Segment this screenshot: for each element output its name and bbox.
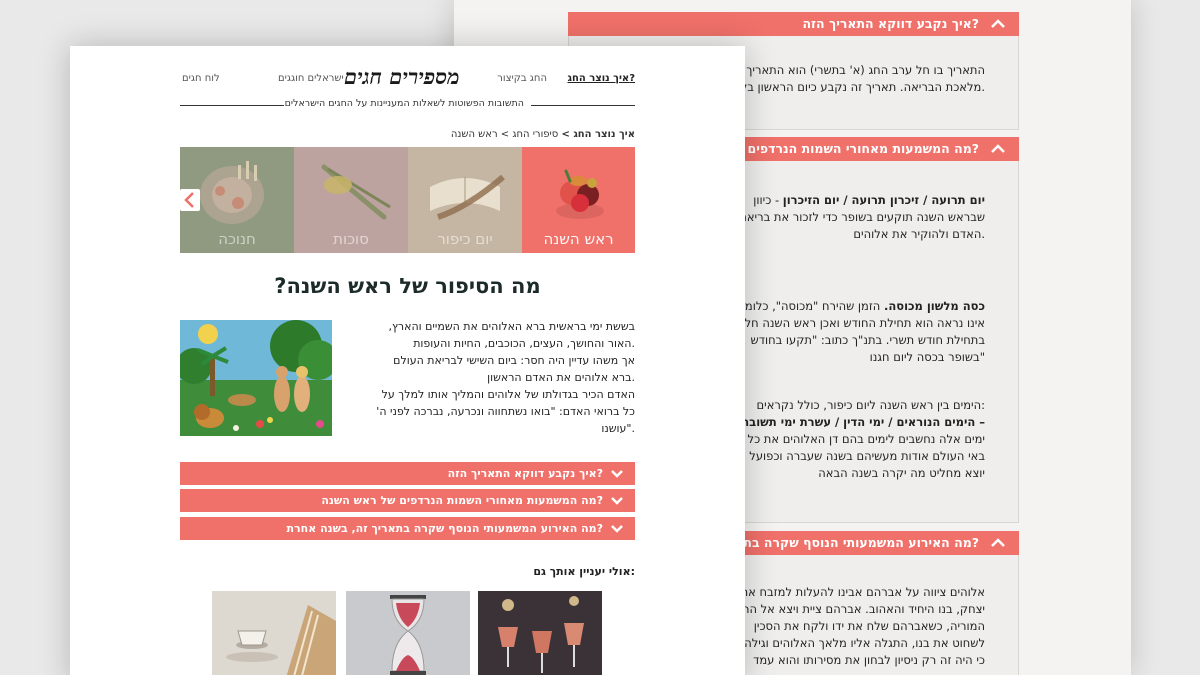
nav-item-how-created[interactable]: איך נוצר החג? [568, 73, 636, 84]
slide-caption: יום כיפור [437, 230, 493, 248]
accordion-item-names[interactable]: ?מה המשמעות מאחורי השמות הנרדפים של ראש … [180, 489, 635, 512]
tagline-bar: התשובות הפשוטות לשאלות המעניינות על החגי… [180, 98, 635, 112]
site-tagline: התשובות הפשוטות לשאלות המעניינות על החגי… [284, 98, 524, 109]
site-logo[interactable]: מספירים חגים [344, 64, 460, 90]
chevron-down-icon [611, 470, 623, 478]
breadcrumb: איך נוצר החג > סיפורי החג > ראש השנה [451, 129, 635, 140]
slide-caption: סוכות [333, 230, 369, 248]
back-panel-text: :הימים בין ראש השנה ליום כיפור, כולל נקר… [741, 398, 985, 480]
back-accordion-header-date[interactable]: ?איך נקבע דווקא התאריך הזה [568, 12, 1019, 36]
related-thumb-teacup[interactable] [212, 591, 336, 675]
back-panel-text: התאריך בו חל ערב החג (א' בתשרי) הוא התאר… [708, 63, 985, 94]
story-text: בששת ימי בראשית ברא האלוהים את השמיים וה… [376, 320, 635, 435]
divider [180, 105, 284, 106]
garden-of-eden-illustration [180, 320, 332, 436]
wine-glasses-image [478, 591, 602, 675]
chevron-down-icon [611, 497, 623, 505]
accordion-title: ?איך נקבע דווקא התאריך הזה [802, 16, 979, 31]
breadcrumb-trail: סיפורי החג > ראש השנה [450, 129, 562, 140]
front-page: איך נוצר החג? החג בקיצור ישראלים חוגגים … [70, 46, 745, 675]
related-heading: :אולי יעניין אותך גם [533, 565, 635, 578]
teacup-book-image [212, 591, 336, 675]
carousel-slide-sukkot[interactable]: סוכות [294, 147, 408, 253]
slide-caption: ראש השנה [543, 230, 614, 248]
chevron-up-icon [991, 538, 1005, 547]
chevron-up-icon [991, 144, 1005, 153]
carousel-slide-rosh-hashana[interactable]: ראש השנה [522, 147, 635, 253]
chevron-down-icon [611, 525, 623, 533]
nav-item-holiday-calendar[interactable]: לוח חגים [182, 73, 220, 84]
accordion-item-event[interactable]: ?מה האירוע המשמעותי הנוסף שקרה בתאריך זה… [180, 517, 635, 540]
related-thumb-hourglass[interactable] [346, 591, 470, 675]
page-title: מה הסיפור של ראש השנה? [274, 274, 541, 298]
back-panel-text: יום תרועה / זיכרון תרועה / יום הזיכרון -… [739, 193, 985, 241]
nav-item-summary[interactable]: החג בקיצור [497, 73, 547, 84]
divider [531, 105, 635, 106]
accordion-title: ?איך נקבע דווקא התאריך הזה [447, 467, 603, 480]
breadcrumb-link[interactable]: איך נוצר החג > [561, 129, 635, 140]
back-panel-text: אלוהים ציווה על אברהם אבינו להעלות למזבח… [730, 585, 985, 667]
related-thumb-wine-glasses[interactable] [478, 591, 602, 675]
chevron-up-icon [991, 19, 1005, 28]
nav-item-israelis-celebrate[interactable]: ישראלים חוגגים [278, 73, 344, 84]
accordion-title: ?מה האירוע המשמעותי הנוסף שקרה בתאריך זה… [286, 522, 603, 535]
carousel-prev-button[interactable] [180, 189, 200, 211]
hourglass-image [346, 591, 470, 675]
carousel-slide-yom-kippur[interactable]: יום כיפור [408, 147, 522, 253]
slide-caption: חנוכה [218, 230, 256, 248]
back-panel-text: כסה מלשון מכוסה. הזמן שהירח "מכוסה", כלו… [738, 299, 985, 364]
chevron-left-icon [184, 192, 194, 208]
accordion-item-date[interactable]: ?איך נקבע דווקא התאריך הזה [180, 462, 635, 485]
holiday-carousel: חנוכה סוכות יום כיפור ראש השנה [180, 147, 635, 253]
accordion-title: ?מה המשמעות מאחורי השמות הנרדפים של ראש … [321, 494, 603, 507]
